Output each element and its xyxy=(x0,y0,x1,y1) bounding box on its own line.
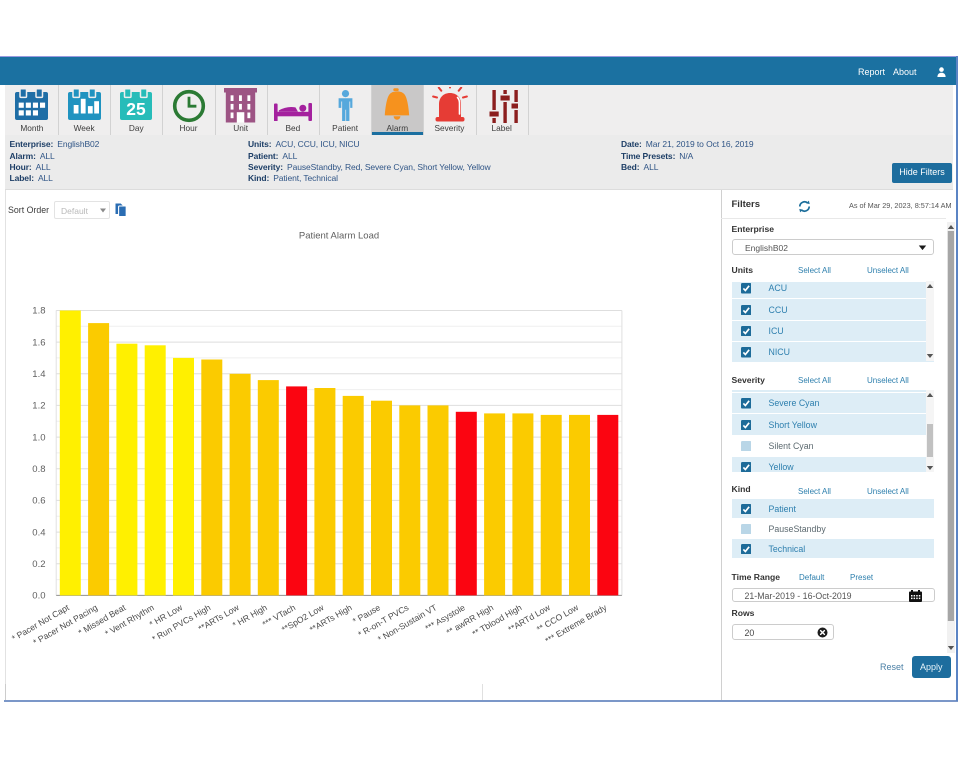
svg-text:1.2: 1.2 xyxy=(32,401,45,412)
svg-text:25: 25 xyxy=(127,99,147,119)
svg-text:0.4: 0.4 xyxy=(32,527,45,538)
svg-text:0.6: 0.6 xyxy=(32,496,45,507)
svg-text:1.4: 1.4 xyxy=(32,369,45,380)
svg-text:0.0: 0.0 xyxy=(32,591,45,602)
svg-text:1.8: 1.8 xyxy=(32,306,45,317)
svg-text:1.0: 1.0 xyxy=(32,432,45,443)
svg-text:1.6: 1.6 xyxy=(32,337,45,348)
svg-text:Patient Alarm Load: Patient Alarm Load xyxy=(299,231,379,242)
svg-text:0.8: 0.8 xyxy=(32,464,45,475)
svg-text:0.2: 0.2 xyxy=(32,559,45,570)
